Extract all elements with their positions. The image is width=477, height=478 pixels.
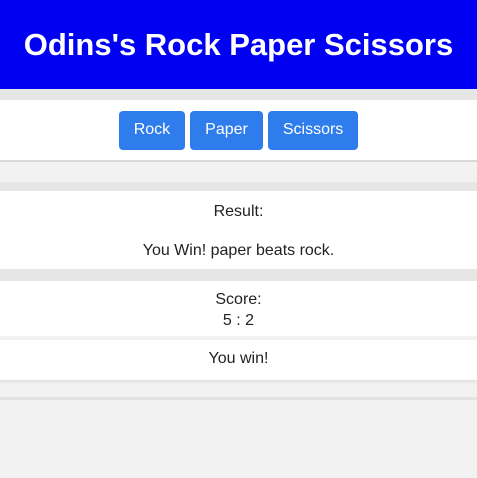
rock-button[interactable]: Rock [118, 110, 186, 150]
header-bar: Odins's Rock Paper Scissors [0, 0, 477, 89]
game-page: Odins's Rock Paper Scissors Rock Paper S… [0, 0, 477, 478]
score-label: Score: [215, 291, 262, 308]
divider [0, 89, 477, 100]
result-message: You Win! paper beats rock. [142, 242, 335, 259]
winner-panel: You win! [0, 340, 477, 380]
scissors-button[interactable]: Scissors [267, 110, 359, 150]
winner-text: You win! [208, 350, 269, 367]
choice-controls: Rock Paper Scissors [0, 100, 477, 162]
score-value: 5 : 2 [222, 312, 255, 329]
page-title: Odins's Rock Paper Scissors [23, 26, 454, 62]
paper-button[interactable]: Paper [190, 110, 263, 150]
score-panel: Score: 5 : 2 [0, 281, 477, 336]
divider [0, 397, 477, 400]
divider [0, 269, 477, 281]
divider [0, 182, 477, 191]
result-panel: Result: You Win! paper beats rock. [0, 191, 477, 269]
result-label: Result: [213, 203, 264, 220]
